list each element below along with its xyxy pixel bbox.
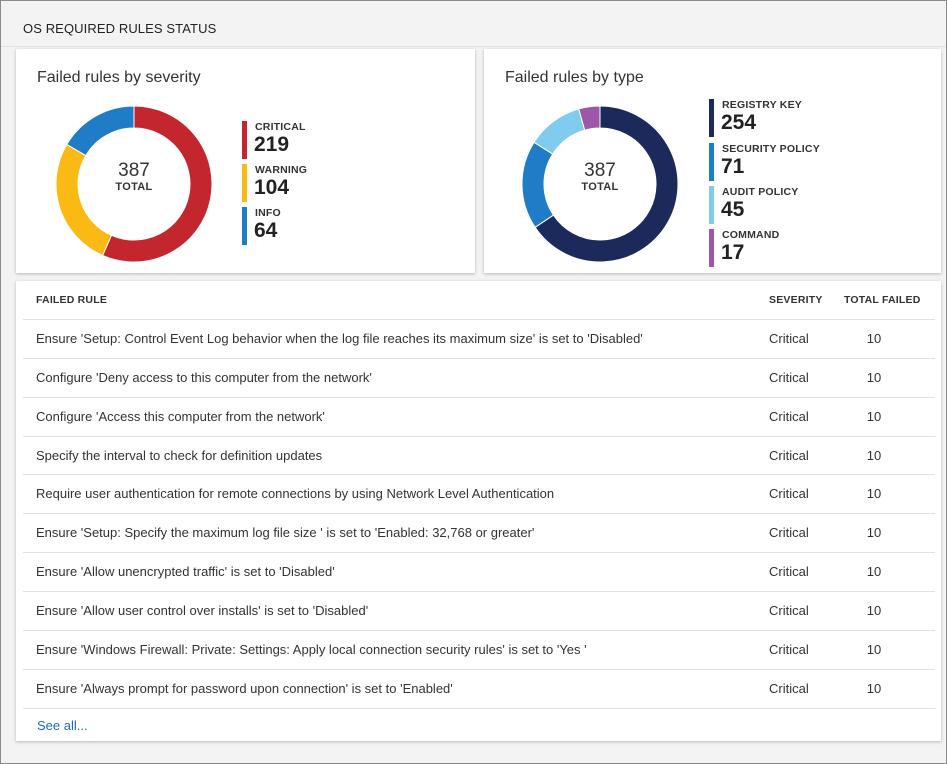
rule-name: Specify the interval to check for defini… bbox=[36, 448, 323, 463]
rule-total-failed: 10 bbox=[866, 370, 882, 385]
failed-rules-table: FAILED RULE SEVERITY TOTAL FAILED Ensure… bbox=[16, 281, 941, 741]
rule-severity: Critical bbox=[769, 486, 809, 501]
severity-chart-title: Failed rules by severity bbox=[37, 69, 201, 86]
rule-name: Ensure 'Allow user control over installs… bbox=[36, 603, 369, 618]
rule-severity: Critical bbox=[769, 370, 809, 385]
rule-severity: Critical bbox=[769, 448, 809, 463]
rule-severity: Critical bbox=[769, 564, 809, 579]
table-row[interactable]: Configure 'Access this computer from the… bbox=[23, 397, 935, 435]
legend-registry-key-value: 254 bbox=[721, 111, 757, 134]
rule-name: Ensure 'Setup: Control Event Log behavio… bbox=[36, 331, 643, 346]
severity-donut-center: 387 TOTAL bbox=[84, 160, 184, 194]
column-header-severity[interactable]: SEVERITY bbox=[769, 294, 823, 306]
legend-info-label: INFO bbox=[255, 207, 281, 219]
legend-audit-policy-swatch bbox=[709, 186, 714, 224]
legend-security-policy-value: 71 bbox=[721, 155, 745, 178]
legend-warning-label: WARNING bbox=[255, 164, 308, 176]
legend-warning-value: 104 bbox=[254, 176, 290, 199]
rule-name: Configure 'Deny access to this computer … bbox=[36, 370, 372, 385]
rule-total-failed: 10 bbox=[866, 642, 882, 657]
rule-severity: Critical bbox=[769, 331, 809, 346]
legend-critical-value: 219 bbox=[254, 133, 290, 156]
type-chart-title: Failed rules by type bbox=[505, 69, 644, 86]
rule-total-failed: 10 bbox=[866, 681, 882, 696]
rule-total-failed: 10 bbox=[866, 603, 882, 618]
type-total-value: 387 bbox=[584, 160, 616, 181]
rule-name: Require user authentication for remote c… bbox=[36, 486, 555, 501]
table-row[interactable]: Ensure 'Allow user control over installs… bbox=[23, 591, 935, 629]
legend-critical-swatch bbox=[242, 121, 247, 159]
panel-title: OS REQUIRED RULES STATUS bbox=[23, 21, 217, 36]
legend-info-swatch bbox=[242, 207, 247, 245]
legend-registry-key-swatch bbox=[709, 99, 714, 137]
legend-command-value: 17 bbox=[721, 241, 745, 264]
legend-command-label: COMMAND bbox=[722, 229, 780, 241]
type-total-label: TOTAL bbox=[581, 181, 619, 193]
rule-severity: Critical bbox=[769, 525, 809, 540]
column-header-total-failed[interactable]: TOTAL FAILED bbox=[844, 294, 921, 306]
table-row[interactable]: Ensure 'Windows Firewall: Private: Setti… bbox=[23, 630, 935, 668]
rule-total-failed: 10 bbox=[866, 448, 882, 463]
type-donut-center: 387 TOTAL bbox=[550, 160, 650, 194]
panel-header: OS REQUIRED RULES STATUS bbox=[1, 1, 946, 47]
legend-security-policy-swatch bbox=[709, 143, 714, 181]
rule-name: Ensure 'Allow unencrypted traffic' is se… bbox=[36, 564, 335, 579]
rule-total-failed: 10 bbox=[866, 564, 882, 579]
severity-slice-info[interactable] bbox=[66, 105, 135, 157]
rule-severity: Critical bbox=[769, 409, 809, 424]
table-row[interactable]: Ensure 'Setup: Control Event Log behavio… bbox=[23, 319, 935, 357]
rule-severity: Critical bbox=[769, 681, 809, 696]
rule-total-failed: 10 bbox=[866, 409, 882, 424]
legend-info-value: 64 bbox=[254, 219, 278, 242]
legend-command-swatch bbox=[709, 229, 714, 267]
table-row[interactable]: Ensure 'Allow unencrypted traffic' is se… bbox=[23, 552, 935, 590]
severity-total-value: 387 bbox=[118, 160, 150, 181]
type-slice-audit-policy[interactable] bbox=[533, 108, 586, 155]
see-all-link[interactable]: See all... bbox=[37, 718, 88, 733]
rule-total-failed: 10 bbox=[866, 486, 882, 501]
table-row[interactable]: Ensure 'Setup: Specify the maximum log f… bbox=[23, 513, 935, 551]
table-row[interactable]: Specify the interval to check for defini… bbox=[23, 436, 935, 474]
rule-name: Configure 'Access this computer from the… bbox=[36, 409, 325, 424]
legend-audit-policy-label: AUDIT POLICY bbox=[722, 186, 799, 198]
rule-total-failed: 10 bbox=[866, 525, 882, 540]
table-row[interactable]: Require user authentication for remote c… bbox=[23, 474, 935, 512]
rule-name: Ensure 'Windows Firewall: Private: Setti… bbox=[36, 642, 587, 657]
legend-security-policy-label: SECURITY POLICY bbox=[722, 143, 820, 155]
legend-registry-key-label: REGISTRY KEY bbox=[722, 99, 803, 111]
os-required-rules-panel: OS REQUIRED RULES STATUS Failed rules by… bbox=[0, 0, 947, 764]
legend-warning-swatch bbox=[242, 164, 247, 202]
legend-critical-label: CRITICAL bbox=[255, 121, 306, 133]
type-chart-card[interactable]: Failed rules by type 387 TOTAL REGISTRY … bbox=[484, 49, 941, 273]
severity-chart-card[interactable]: Failed rules by severity 387 TOTAL CRITI… bbox=[16, 49, 475, 273]
table-row[interactable]: Configure 'Deny access to this computer … bbox=[23, 358, 935, 396]
table-row[interactable]: Ensure 'Always prompt for password upon … bbox=[23, 669, 935, 707]
severity-total-label: TOTAL bbox=[115, 181, 153, 193]
rule-severity: Critical bbox=[769, 642, 809, 657]
column-header-failed-rule[interactable]: FAILED RULE bbox=[36, 294, 107, 306]
rule-total-failed: 10 bbox=[866, 331, 882, 346]
see-all-row: See all... bbox=[23, 708, 935, 742]
rule-severity: Critical bbox=[769, 603, 809, 618]
type-slice-security-policy[interactable] bbox=[521, 141, 555, 228]
legend-audit-policy-value: 45 bbox=[721, 198, 745, 221]
rule-name: Ensure 'Setup: Specify the maximum log f… bbox=[36, 525, 535, 540]
rule-name: Ensure 'Always prompt for password upon … bbox=[36, 681, 453, 696]
